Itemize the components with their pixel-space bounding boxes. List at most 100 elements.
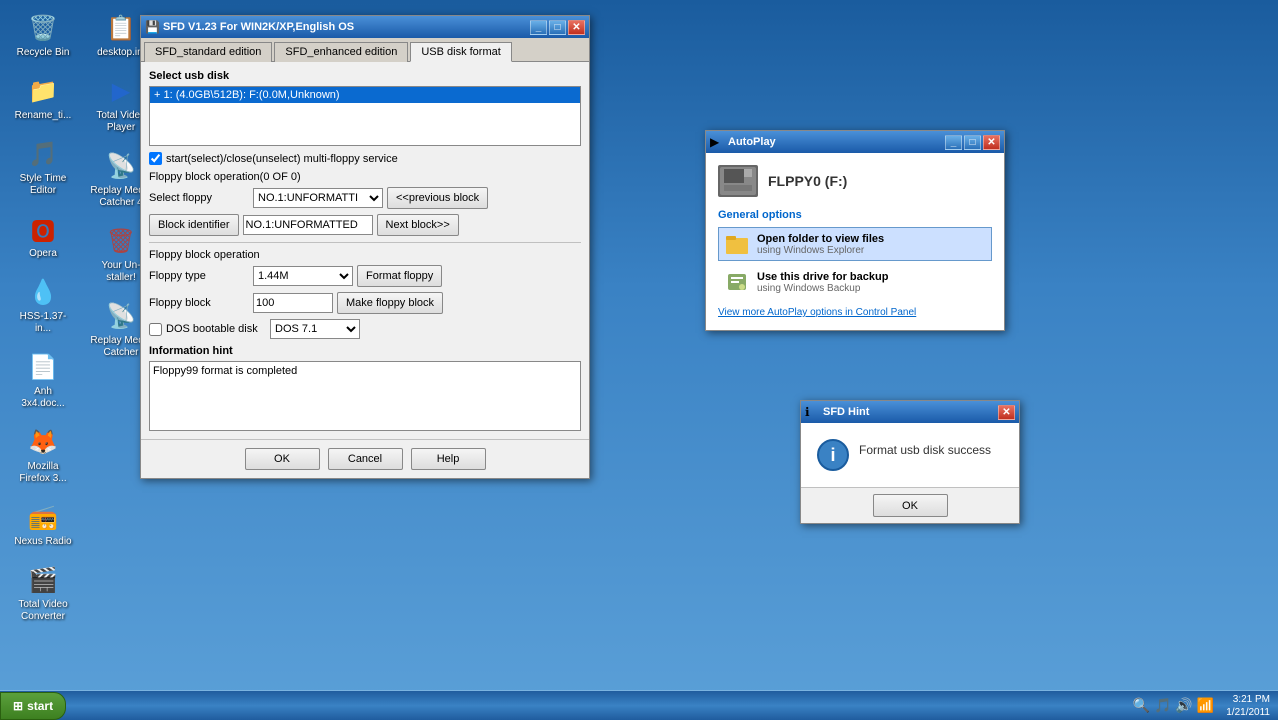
icon-nexus-radio[interactable]: 📻 Nexus Radio xyxy=(8,497,78,552)
sfd-maximize-btn[interactable]: □ xyxy=(549,20,566,35)
sfd-minimize-btn[interactable]: _ xyxy=(530,20,547,35)
hint-title-icon: ℹ xyxy=(805,405,819,419)
usb-disk-item[interactable]: + 1: (4.0GB\512B): F:(0.0M,Unknown) xyxy=(150,87,580,103)
multi-floppy-checkbox[interactable] xyxy=(149,152,162,165)
autoplay-titlebar[interactable]: ▶ AutoPlay _ □ ✕ xyxy=(706,131,1004,153)
hint-ok-btn[interactable]: OK xyxy=(873,494,948,517)
taskbar: ⊞ start 🔍 🎵 🔊 📶 3:21 PM 1/21/2011 xyxy=(0,690,1278,720)
next-block-btn[interactable]: Next block>> xyxy=(377,214,459,236)
backup-icon xyxy=(725,270,749,294)
info-hint-section: Information hint Floppy99 format is comp… xyxy=(149,345,581,431)
style-time-editor-label: Style Time Editor xyxy=(12,173,74,197)
hint-title-text: SFD Hint xyxy=(823,406,998,418)
sfd-ok-btn[interactable]: OK xyxy=(245,448,320,470)
autoplay-close-btn[interactable]: ✕ xyxy=(983,135,1000,150)
replay-media-4-icon: 📡 xyxy=(105,150,137,182)
floppy-block-input[interactable] xyxy=(253,293,333,313)
sfd-tab-content: Select usb disk + 1: (4.0GB\512B): F:(0.… xyxy=(141,62,589,439)
select-floppy-label: Select floppy xyxy=(149,192,249,204)
autoplay-maximize-btn[interactable]: □ xyxy=(964,135,981,150)
autoplay-device-row: FLPPY0 (F:) xyxy=(718,165,992,197)
icon-recycle-bin[interactable]: 🗑️ Recycle Bin xyxy=(8,8,78,63)
icon-rename-ti[interactable]: 📁 Rename_ti... xyxy=(8,71,78,126)
multi-floppy-checkbox-row: start(select)/close(unselect) multi-flop… xyxy=(149,152,581,165)
hint-content: i Format usb disk success xyxy=(801,423,1019,487)
autoplay-device-name: FLPPY0 (F:) xyxy=(768,173,847,189)
opera-label: Opera xyxy=(29,248,57,260)
tab-standard-edition[interactable]: SFD_standard edition xyxy=(144,42,272,62)
autoplay-option-1[interactable]: Use this drive for backup using Windows … xyxy=(718,265,992,299)
icon-anh[interactable]: 📄 Anh 3x4.doc... xyxy=(8,347,78,414)
rename-ti-label: Rename_ti... xyxy=(15,110,72,122)
make-floppy-block-btn[interactable]: Make floppy block xyxy=(337,292,443,314)
autoplay-control-panel-link[interactable]: View more AutoPlay options in Control Pa… xyxy=(718,307,992,318)
taskbar-icon-3: 🔊 xyxy=(1175,697,1192,714)
floppy-block-row: Floppy block Make floppy block xyxy=(149,292,581,314)
select-floppy-row: Select floppy NO.1:UNFORMATTI <<previous… xyxy=(149,187,581,209)
icon-hss[interactable]: 💧 HSS-1.37-in... xyxy=(8,272,78,339)
hint-footer: OK xyxy=(801,487,1019,523)
taskbar-icon-1: 🔍 xyxy=(1133,697,1150,714)
autoplay-option-1-text: Use this drive for backup using Windows … xyxy=(757,271,888,294)
autoplay-option-0[interactable]: Open folder to view files using Windows … xyxy=(718,227,992,261)
multi-floppy-label: start(select)/close(unselect) multi-flop… xyxy=(166,153,398,165)
dos-bootable-row: DOS bootable disk DOS 7.1 xyxy=(149,319,581,339)
start-label: start xyxy=(27,699,53,713)
info-hint-textbox[interactable]: Floppy99 format is completed xyxy=(149,361,581,431)
block-identifier-input[interactable] xyxy=(243,215,373,235)
autoplay-title-icon: ▶ xyxy=(710,135,724,149)
info-hint-label: Information hint xyxy=(149,345,581,357)
floppy-block-label: Floppy block xyxy=(149,297,249,309)
block-identifier-btn[interactable]: Block identifier xyxy=(149,214,239,236)
floppy-drive-icon xyxy=(718,165,758,197)
floppy-block-op2-title: Floppy block operation xyxy=(149,249,581,261)
uninstaller-icon: 🗑 xyxy=(105,225,137,257)
usb-disk-listbox[interactable]: + 1: (4.0GB\512B): F:(0.0M,Unknown) xyxy=(149,86,581,146)
recycle-bin-label: Recycle Bin xyxy=(17,47,70,59)
folder-icon: 📁 xyxy=(27,75,59,107)
autoplay-window: ▶ AutoPlay _ □ ✕ FLPPY0 (F:) xyxy=(705,130,1005,331)
music-icon: 🎵 xyxy=(27,138,59,170)
sfd-hint-window: ℹ SFD Hint ✕ i Format usb disk success O… xyxy=(800,400,1020,524)
dos-version-dropdown[interactable]: DOS 7.1 xyxy=(270,319,360,339)
icon-firefox[interactable]: 🦊 Mozilla Firefox 3... xyxy=(8,422,78,489)
sfd-tabs-bar: SFD_standard edition SFD_enhanced editio… xyxy=(141,38,589,62)
radio-icon: 📻 xyxy=(27,501,59,533)
clock-time: 3:21 PM xyxy=(1226,693,1270,706)
hint-titlebar[interactable]: ℹ SFD Hint ✕ xyxy=(801,401,1019,423)
floppy-type-label: Floppy type xyxy=(149,270,249,282)
autoplay-option-0-text: Open folder to view files using Windows … xyxy=(757,233,884,256)
sfd-titlebar[interactable]: 💾 SFD V1.23 For WIN2K/XP,English OS _ □ … xyxy=(141,16,589,38)
info-circle-icon: i xyxy=(817,439,849,471)
block-identifier-row: Block identifier Next block>> xyxy=(149,214,581,236)
dos-bootable-checkbox[interactable] xyxy=(149,323,162,336)
hss-icon: 💧 xyxy=(27,276,59,308)
opera-icon: 🅾 xyxy=(27,213,59,245)
floppy-type-dropdown[interactable]: 1.44M xyxy=(253,266,353,286)
firefox-icon: 🦊 xyxy=(27,426,59,458)
icon-style-time-editor[interactable]: 🎵 Style Time Editor xyxy=(8,134,78,201)
prev-block-btn[interactable]: <<previous block xyxy=(387,187,488,209)
folder-view-icon xyxy=(725,232,749,256)
start-button[interactable]: ⊞ start xyxy=(0,692,66,720)
tab-usb-disk-format[interactable]: USB disk format xyxy=(410,42,511,62)
icon-total-video-converter[interactable]: 🎬 Total Video Converter xyxy=(8,560,78,627)
dos-bootable-label: DOS bootable disk xyxy=(166,323,266,335)
hint-close-btn[interactable]: ✕ xyxy=(998,405,1015,420)
sfd-help-btn[interactable]: Help xyxy=(411,448,486,470)
icon-opera[interactable]: 🅾 Opera xyxy=(8,209,78,264)
select-floppy-dropdown[interactable]: NO.1:UNFORMATTI xyxy=(253,188,383,208)
select-usb-label: Select usb disk xyxy=(149,70,581,82)
sfd-cancel-btn[interactable]: Cancel xyxy=(328,448,403,470)
hint-message-text: Format usb disk success xyxy=(859,439,991,457)
tab-enhanced-edition[interactable]: SFD_enhanced edition xyxy=(274,42,408,62)
total-video-converter-label: Total Video Converter xyxy=(12,599,74,623)
autoplay-minimize-btn[interactable]: _ xyxy=(945,135,962,150)
video-converter-icon: 🎬 xyxy=(27,564,59,596)
sfd-close-btn[interactable]: ✕ xyxy=(568,20,585,35)
format-floppy-btn[interactable]: Format floppy xyxy=(357,265,442,287)
document-icon: 📄 xyxy=(27,351,59,383)
sfd-title-icon: 💾 xyxy=(145,20,159,34)
video-player-icon: ▶ xyxy=(105,75,137,107)
anh-label: Anh 3x4.doc... xyxy=(12,386,74,410)
